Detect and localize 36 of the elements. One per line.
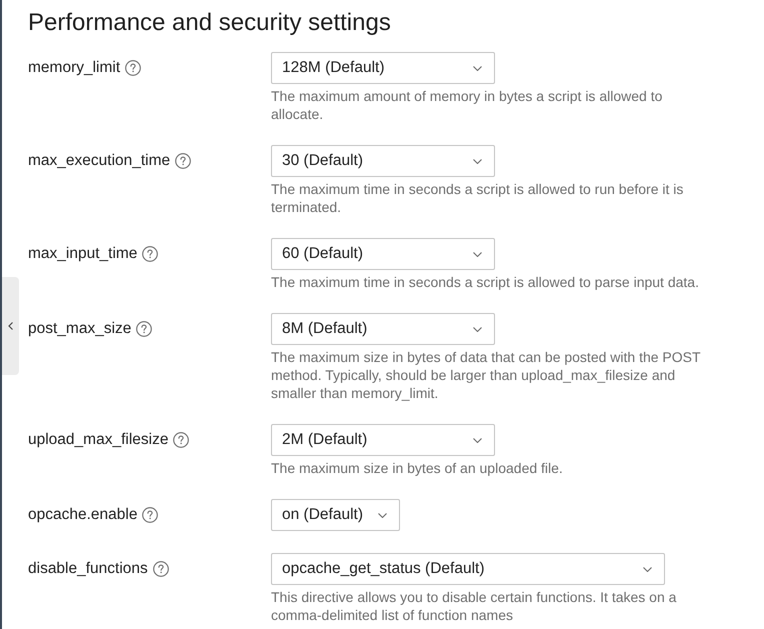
setting-label: disable_functions: [28, 560, 148, 578]
chevron-down-icon: [473, 252, 482, 256]
select-dropdown[interactable]: on (Default): [271, 499, 400, 531]
setting-label: memory_limit: [28, 59, 120, 77]
chevron-left-icon: [8, 322, 13, 330]
help-icon[interactable]: [142, 246, 158, 262]
select-dropdown[interactable]: opcache_get_status (Default): [271, 553, 665, 585]
select-dropdown[interactable]: 128M (Default): [271, 52, 495, 84]
help-icon[interactable]: [175, 153, 192, 169]
setting-description: The maximum size in bytes of an uploaded file.: [271, 459, 564, 477]
help-icon[interactable]: [125, 60, 142, 76]
setting-label: upload_max_filesize: [28, 431, 168, 449]
section-title: Performance and security settings: [28, 8, 392, 38]
select-dropdown[interactable]: 30 (Default): [271, 145, 495, 177]
setting-label: max_input_time: [28, 245, 138, 263]
setting-description: The maximum time in seconds a script is allowed to run before it is terminated.: [271, 180, 684, 216]
chevron-down-icon: [473, 158, 482, 164]
chevron-down-icon: [643, 566, 652, 572]
setting-label: opcache.enable: [28, 506, 138, 524]
chevron-down-icon: [378, 512, 387, 518]
setting-label: post_max_size: [28, 320, 132, 338]
select-dropdown[interactable]: 2M (Default): [271, 424, 495, 456]
setting-description: The maximum amount of memory in bytes a script is allowed to allocate.: [271, 87, 664, 123]
setting-description: This directive allows you to disable certain functions. It takes on a comma-delimited list of function names: [271, 588, 678, 624]
chevron-down-icon: [473, 438, 482, 442]
chevron-down-icon: [473, 326, 482, 332]
help-icon[interactable]: [152, 561, 169, 577]
setting-description: The maximum size in bytes of data that can be posted with the POST method. Typically, should be larger than upload_max_filesize and smaller than memory_limit.: [271, 348, 702, 402]
select-dropdown[interactable]: 60 (Default): [271, 238, 495, 270]
help-icon[interactable]: [142, 507, 158, 523]
setting-label: max_execution_time: [28, 152, 170, 170]
setting-description: The maximum time in seconds a script is allowed to parse input data.: [271, 273, 700, 291]
help-icon[interactable]: [173, 432, 190, 448]
chevron-down-icon: [473, 66, 482, 70]
select-dropdown[interactable]: 8M (Default): [271, 313, 495, 345]
help-icon[interactable]: [136, 321, 152, 337]
